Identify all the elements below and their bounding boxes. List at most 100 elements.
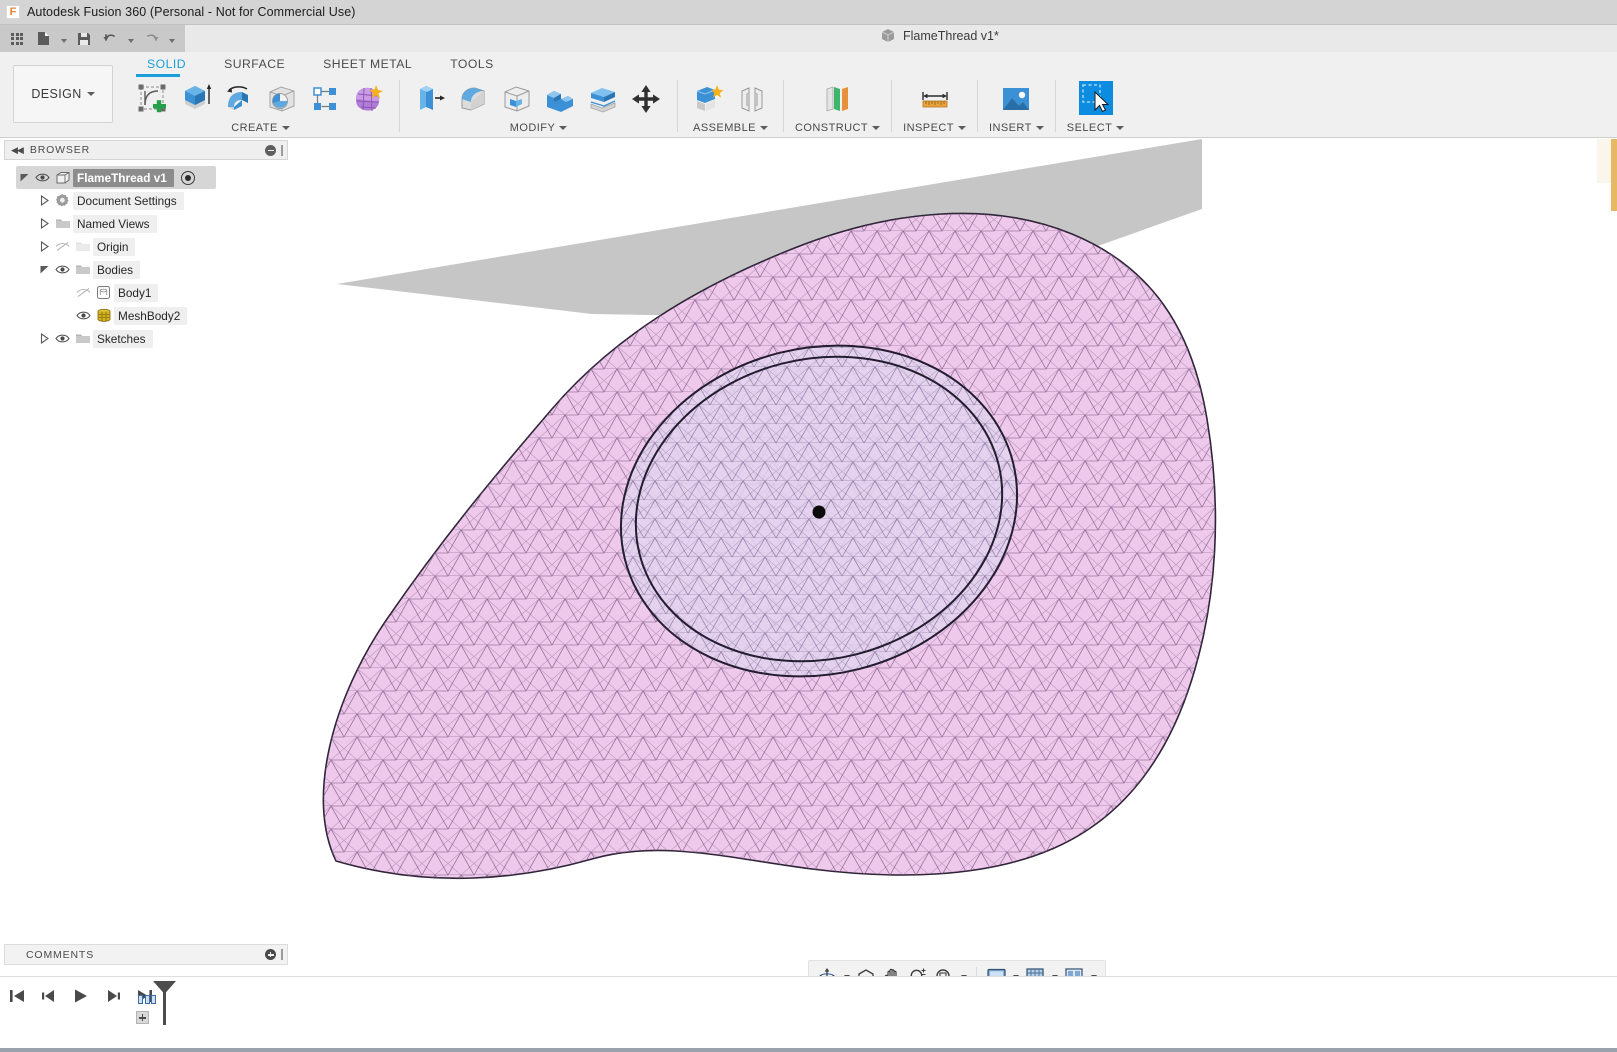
move-arrows-icon[interactable] (626, 78, 666, 120)
pattern-nodes-icon[interactable] (305, 78, 345, 120)
tab-surface[interactable]: SURFACE (205, 53, 304, 71)
chevron-down-icon[interactable] (957, 126, 966, 130)
timeline-chip[interactable] (151, 995, 156, 1004)
panel-assemble: ASSEMBLE (684, 76, 777, 138)
step-back-icon[interactable] (38, 985, 60, 1007)
chevron-down-icon[interactable] (1116, 126, 1125, 130)
tree-node-flamethread[interactable]: FlameThread v1 (16, 166, 216, 189)
new-component-icon[interactable] (689, 78, 729, 120)
redo-caret-icon[interactable] (165, 27, 178, 50)
play-icon[interactable] (70, 985, 92, 1007)
collapsed-triangle-icon[interactable] (36, 327, 52, 350)
tree-node-label: MeshBody2 (114, 306, 188, 325)
activate-component-radio[interactable] (180, 170, 195, 185)
photo-icon[interactable] (996, 78, 1036, 120)
file-icon[interactable] (31, 27, 55, 50)
fillet-icon[interactable] (454, 78, 494, 120)
timeline-add-icon[interactable] (136, 1011, 149, 1024)
accent-marker[interactable] (1611, 139, 1617, 211)
expanded-triangle-icon[interactable] (16, 166, 32, 189)
collapsed-triangle-icon[interactable] (36, 189, 52, 212)
minus-circle-icon[interactable] (265, 144, 276, 156)
panel-create: CREATE (128, 76, 393, 138)
panel-divider (891, 80, 893, 132)
panel-resize-grip[interactable] (281, 144, 283, 156)
quick-access-bar (0, 25, 1617, 52)
visibility-eye-off-icon[interactable] (73, 281, 93, 304)
offset-plane-icon[interactable] (818, 78, 858, 120)
form-sculpt-icon[interactable] (348, 78, 388, 120)
tree-node-meshbody2[interactable]: MeshBody2 (73, 304, 288, 327)
document-tab[interactable]: FlameThread v1* (880, 28, 999, 43)
tree-node-document-settings[interactable]: Document Settings (36, 189, 288, 212)
joint-icon[interactable] (732, 78, 772, 120)
visibility-eye-icon[interactable] (32, 166, 52, 189)
timeline-playhead[interactable] (163, 981, 166, 1025)
chevron-down-icon[interactable] (559, 126, 568, 130)
expanded-triangle-icon[interactable] (36, 258, 52, 281)
skip-back-icon[interactable] (6, 985, 28, 1007)
collapsed-triangle-icon[interactable] (36, 212, 52, 235)
folder-icon (72, 235, 93, 258)
mesh-body-icon (93, 304, 114, 327)
tab-sheet-metal[interactable]: SHEET METAL (304, 53, 431, 71)
gear-icon (52, 189, 73, 212)
chevron-down-icon[interactable] (759, 126, 768, 130)
undo-arrow-icon[interactable] (98, 27, 122, 50)
panel-title-select: SELECT (1067, 120, 1125, 136)
tab-solid[interactable]: SOLID (128, 53, 205, 71)
new-document-caret-icon[interactable] (57, 27, 70, 50)
sphere-cube-icon[interactable] (262, 78, 302, 120)
tree-node-origin[interactable]: Origin (36, 235, 288, 258)
timeline-bar (0, 976, 1617, 1052)
revolve-icon[interactable] (219, 78, 259, 120)
origin-point-marker (812, 505, 826, 519)
tree-node-bodies[interactable]: Bodies (36, 258, 288, 281)
marquee-cursor-icon[interactable] (1076, 78, 1116, 120)
chevron-down-icon[interactable] (872, 126, 881, 130)
workspace-switcher[interactable]: DESIGN (13, 65, 113, 123)
tree-node-named-views[interactable]: Named Views (36, 212, 288, 235)
timeline-chip[interactable] (144, 995, 150, 1004)
tab-tools[interactable]: TOOLS (431, 53, 513, 71)
ribbon-tabs: SOLID SURFACE SHEET METAL TOOLS (128, 53, 513, 75)
window-title: Autodesk Fusion 360 (Personal - Not for … (27, 5, 356, 19)
step-forward-icon[interactable] (102, 985, 124, 1007)
shell-icon[interactable] (497, 78, 537, 120)
plus-circle-icon[interactable] (265, 949, 276, 960)
sketch-plus-icon[interactable] (133, 78, 173, 120)
timeline-marker-icon[interactable] (136, 981, 178, 1025)
panel-title-modify: MODIFY (510, 120, 568, 136)
undo-caret-icon[interactable] (124, 27, 137, 50)
press-pull-icon[interactable] (411, 78, 451, 120)
split-body-icon[interactable] (583, 78, 623, 120)
ribbon-panels: CREATE MODIFY ASSEMBLE CONSTRUCT INSPECT… (128, 76, 1129, 138)
chevron-down-icon[interactable] (281, 126, 290, 130)
visibility-eye-icon[interactable] (73, 304, 93, 327)
double-left-arrow-icon[interactable]: ◀◀ (5, 145, 30, 156)
tree-node-label: FlameThread v1 (73, 168, 174, 187)
ribbon: DESIGN SOLID SURFACE SHEET METAL TOOLS C… (0, 52, 1617, 138)
timeline-feature-chips[interactable] (138, 995, 156, 1004)
title-bar: Autodesk Fusion 360 (Personal - Not for … (0, 0, 1617, 25)
ruler-measure-icon[interactable] (915, 78, 955, 120)
collapsed-triangle-icon[interactable] (36, 235, 52, 258)
timeline-chip[interactable] (138, 995, 143, 1004)
extrude-icon[interactable] (176, 78, 216, 120)
3d-viewport[interactable] (292, 139, 1617, 934)
visibility-eye-icon[interactable] (52, 258, 72, 281)
browser-title: BROWSER (29, 144, 91, 156)
visibility-eye-off-icon[interactable] (52, 235, 72, 258)
grid-icon[interactable] (5, 27, 29, 50)
combine-icon[interactable] (540, 78, 580, 120)
chevron-down-icon[interactable] (1035, 126, 1044, 130)
panel-select: SELECT (1062, 76, 1130, 138)
workspace-label: DESIGN (31, 87, 82, 101)
tree-node-body1[interactable]: Body1 (73, 281, 288, 304)
panel-construct: CONSTRUCT (790, 76, 885, 138)
panel-resize-grip[interactable] (281, 949, 283, 960)
visibility-eye-icon[interactable] (52, 327, 72, 350)
redo-arrow-icon[interactable] (139, 27, 163, 50)
tree-node-sketches[interactable]: Sketches (36, 327, 288, 350)
floppy-disk-icon[interactable] (72, 27, 96, 50)
